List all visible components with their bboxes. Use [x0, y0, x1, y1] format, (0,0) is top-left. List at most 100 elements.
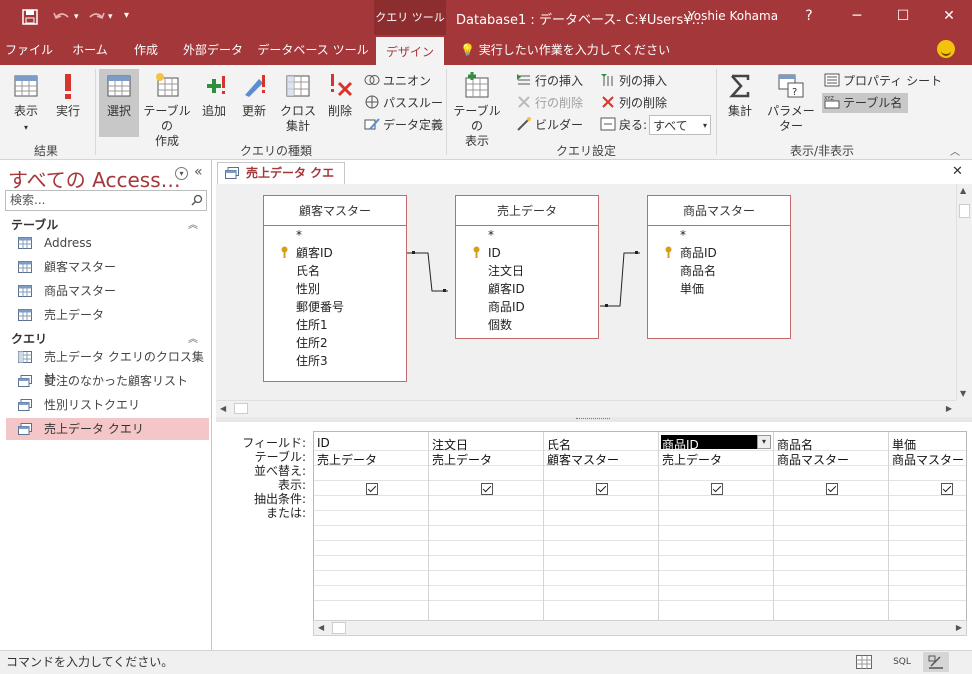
grid-column-4[interactable]: 商品ID ▾ 売上データ: [659, 432, 774, 620]
design-view-status-icon[interactable]: [923, 652, 949, 672]
field-item[interactable]: 顧客ID: [488, 280, 525, 298]
diagram-horizontal-scrollbar[interactable]: ◀ ▶: [216, 400, 956, 417]
show-checkbox[interactable]: [481, 483, 493, 495]
grid-column-1[interactable]: ID 売上データ: [314, 432, 429, 620]
field-item-key[interactable]: 顧客ID: [281, 244, 333, 262]
nav-search-input[interactable]: 検索...: [5, 190, 207, 211]
data-definition-button[interactable]: データ定義: [364, 115, 443, 135]
nav-query-no-orders[interactable]: 受注のなかった顧客リスト: [6, 370, 209, 392]
nav-section-tables[interactable]: テーブル: [11, 216, 58, 233]
delete-columns-button[interactable]: 列の削除: [600, 93, 667, 113]
nav-query-crosstab[interactable]: 売上データ クエリのクロス集計: [6, 346, 209, 386]
field-item[interactable]: 住所1: [296, 316, 328, 334]
nav-menu-dropdown-icon[interactable]: ▾: [175, 167, 188, 180]
field-item[interactable]: 単価: [680, 280, 704, 298]
field-list-product-master[interactable]: 商品マスター * 商品ID 商品名 単価: [647, 195, 791, 339]
field-item[interactable]: 性別: [296, 280, 320, 298]
tab-home[interactable]: ホーム: [62, 35, 118, 65]
grid-field-cell[interactable]: ID: [317, 436, 330, 450]
field-list-sales-data[interactable]: 売上データ * ID 注文日 顧客ID 商品ID 個数: [455, 195, 599, 339]
scroll-left-icon[interactable]: ◀: [318, 623, 324, 632]
make-table-button[interactable]: テーブルの 作成: [142, 71, 192, 149]
crosstab-button[interactable]: クロス 集計: [278, 71, 318, 134]
scrollbar-thumb[interactable]: [332, 622, 346, 634]
update-button[interactable]: 更新: [236, 71, 272, 119]
nav-query-sales-data[interactable]: 売上データ クエリ: [6, 418, 209, 440]
field-item-key[interactable]: ID: [473, 244, 501, 262]
field-item[interactable]: *: [488, 226, 494, 244]
design-grid[interactable]: ID 売上データ 注文日 売上データ 氏名 顧客マスター 商品ID ▾ 売上デー…: [313, 431, 967, 621]
field-item[interactable]: *: [296, 226, 302, 244]
nav-query-gender-list[interactable]: 性別リストクエリ: [6, 394, 209, 416]
minimize-button[interactable]: ─: [834, 0, 880, 35]
grid-horizontal-scrollbar[interactable]: ◀ ▶: [313, 620, 967, 636]
field-item[interactable]: 住所3: [296, 352, 328, 370]
diagram-vertical-scrollbar[interactable]: ▲ ▼: [956, 184, 972, 400]
field-item[interactable]: 商品名: [680, 262, 716, 280]
search-icon[interactable]: [191, 194, 203, 206]
tab-external-data[interactable]: 外部データ: [176, 35, 250, 65]
totals-button[interactable]: 集計: [722, 71, 758, 119]
redo-dropdown-icon[interactable]: ▾: [108, 12, 113, 32]
grid-table-cell[interactable]: 商品マスター: [892, 451, 964, 468]
tab-database-tools[interactable]: データベース ツール: [256, 35, 370, 65]
select-query-button[interactable]: 選択: [99, 69, 139, 137]
undo-dropdown-icon[interactable]: ▾: [74, 12, 79, 32]
grid-column-6[interactable]: 単価 商品マスター: [889, 432, 966, 620]
scrollbar-thumb[interactable]: [234, 403, 248, 414]
delete-rows-button[interactable]: 行の削除: [516, 93, 583, 113]
close-button[interactable]: ✕: [926, 0, 972, 35]
show-table-button[interactable]: テーブルの 表示: [450, 71, 504, 149]
return-values-select[interactable]: すべて ▾: [649, 115, 711, 135]
tab-create[interactable]: 作成: [122, 35, 170, 65]
grid-column-2[interactable]: 注文日 売上データ: [429, 432, 544, 620]
parameters-button[interactable]: ? パラメーター: [762, 71, 820, 134]
grid-table-cell[interactable]: 顧客マスター: [547, 451, 619, 468]
customize-qat-icon[interactable]: ▾: [124, 10, 129, 30]
grid-table-cell[interactable]: 商品マスター: [777, 451, 849, 468]
grid-column-3[interactable]: 氏名 顧客マスター: [544, 432, 659, 620]
scroll-left-icon[interactable]: ◀: [220, 404, 226, 413]
redo-icon[interactable]: [86, 7, 106, 27]
field-list-title[interactable]: 顧客マスター: [264, 196, 406, 226]
field-item[interactable]: 氏名: [296, 262, 320, 280]
help-button[interactable]: ?: [786, 0, 832, 35]
field-item[interactable]: 住所2: [296, 334, 328, 352]
append-button[interactable]: 追加: [196, 71, 232, 119]
field-item[interactable]: 個数: [488, 316, 512, 334]
view-button[interactable]: 表示 ▾: [6, 71, 46, 135]
delete-query-button[interactable]: 削除: [322, 71, 358, 119]
field-list-title[interactable]: 売上データ: [456, 196, 598, 226]
insert-columns-button[interactable]: 列の挿入: [600, 71, 667, 91]
tab-file[interactable]: ファイル: [0, 35, 58, 65]
scroll-right-icon[interactable]: ▶: [946, 404, 952, 413]
show-checkbox[interactable]: [596, 483, 608, 495]
show-checkbox[interactable]: [711, 483, 723, 495]
scroll-down-icon[interactable]: ▼: [960, 389, 966, 398]
grid-table-cell[interactable]: 売上データ: [662, 451, 722, 468]
field-list-title[interactable]: 商品マスター: [648, 196, 790, 226]
field-item[interactable]: *: [680, 226, 686, 244]
builder-button[interactable]: ビルダー: [516, 115, 583, 135]
field-list-customer-master[interactable]: 顧客マスター * 顧客ID 氏名 性別 郵便番号 住所1 住所2 住所3: [263, 195, 407, 382]
scroll-right-icon[interactable]: ▶: [956, 623, 962, 632]
scrollbar-thumb[interactable]: [959, 204, 970, 218]
show-checkbox[interactable]: [366, 483, 378, 495]
tab-design[interactable]: デザイン: [376, 35, 444, 65]
save-icon[interactable]: [22, 7, 38, 27]
document-tab-sales-query[interactable]: 売上データ クエリ: [217, 162, 345, 200]
nav-table-customer-master[interactable]: 顧客マスター: [6, 256, 209, 278]
property-sheet-button[interactable]: プロパティ シート: [824, 71, 942, 91]
insert-rows-button[interactable]: 行の挿入: [516, 71, 583, 91]
grid-table-cell[interactable]: 売上データ: [432, 451, 492, 468]
table-names-button[interactable]: XYZ テーブル名: [822, 93, 909, 113]
field-item[interactable]: 郵便番号: [296, 298, 344, 316]
undo-icon[interactable]: [52, 7, 72, 27]
collapse-ribbon-icon[interactable]: ︿: [950, 143, 960, 158]
collapse-queries-icon[interactable]: ︽: [188, 330, 198, 345]
nav-table-address[interactable]: Address: [6, 232, 209, 254]
grid-table-cell[interactable]: 売上データ: [317, 451, 377, 468]
user-name[interactable]: Yoshie Kohama: [688, 9, 778, 23]
passthrough-button[interactable]: パススルー: [364, 93, 443, 113]
nav-section-queries[interactable]: クエリ: [11, 330, 47, 347]
